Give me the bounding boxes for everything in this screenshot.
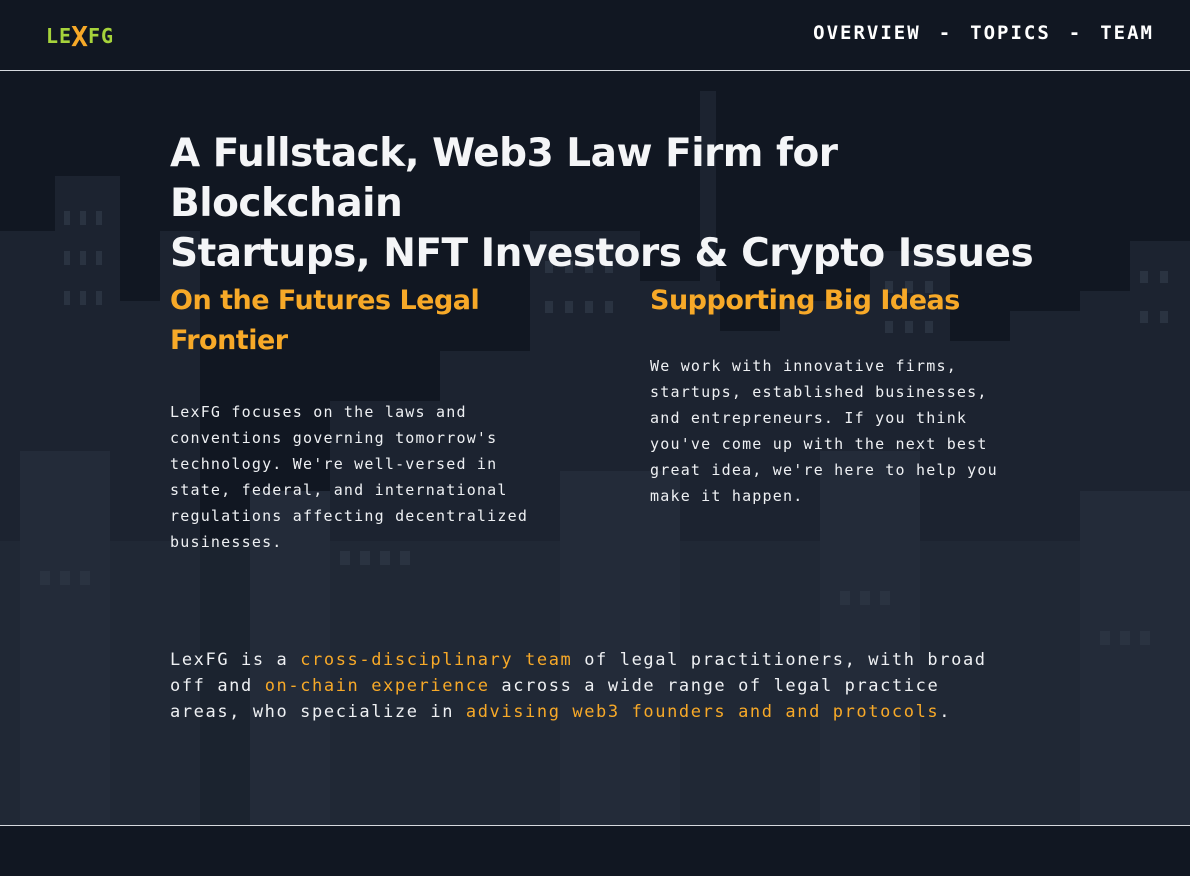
nav-separator: -: [938, 22, 953, 44]
page-title: A Fullstack, Web3 Law Firm for Blockchai…: [170, 129, 1050, 279]
logo-x-mark: X: [71, 19, 89, 53]
summary-text: LexFG is a: [170, 650, 301, 670]
main-nav: OVERVIEW - TOPICS - TEAM: [813, 22, 1154, 44]
legal-frontier-body: LexFG focuses on the laws and convention…: [170, 403, 529, 551]
page-title-line-1: A Fullstack, Web3 Law Firm for Blockchai…: [170, 131, 838, 226]
big-ideas-body: We work with innovative firms, startups,…: [650, 357, 998, 505]
top-navigation-bar: LE X FG OVERVIEW - TOPICS - TEAM: [0, 0, 1190, 71]
highlight-team-link[interactable]: cross-disciplinary team: [300, 650, 572, 670]
summary-text: .: [939, 702, 952, 722]
page-title-line-2: Startups, NFT Investors & Crypto Issues: [170, 231, 1034, 276]
highlight-experience-link[interactable]: on-chain experience: [265, 676, 490, 696]
nav-overview[interactable]: OVERVIEW: [813, 22, 921, 44]
highlight-advising-link[interactable]: advising web3 founders and and protocols: [466, 702, 939, 722]
legal-frontier-heading: On the Futures Legal Frontier: [170, 285, 480, 356]
nav-team[interactable]: TEAM: [1100, 22, 1154, 44]
nav-separator: -: [1068, 22, 1083, 44]
lexfg-logo[interactable]: LE X FG: [46, 19, 115, 53]
hero-section: A Fullstack, Web3 Law Firm for Blockchai…: [0, 71, 1190, 825]
big-ideas-heading: Supporting Big Ideas: [650, 285, 960, 316]
logo-text-le: LE: [46, 24, 73, 48]
logo-text-fg: FG: [87, 24, 115, 48]
firm-summary: LexFG is a cross-disciplinary team of le…: [170, 647, 1000, 725]
footer: [0, 826, 1190, 876]
big-ideas-column: Supporting Big Ideas We work with innova…: [650, 281, 1020, 509]
legal-frontier-column: On the Futures Legal Frontier LexFG focu…: [170, 281, 540, 555]
nav-topics[interactable]: TOPICS: [970, 22, 1051, 44]
